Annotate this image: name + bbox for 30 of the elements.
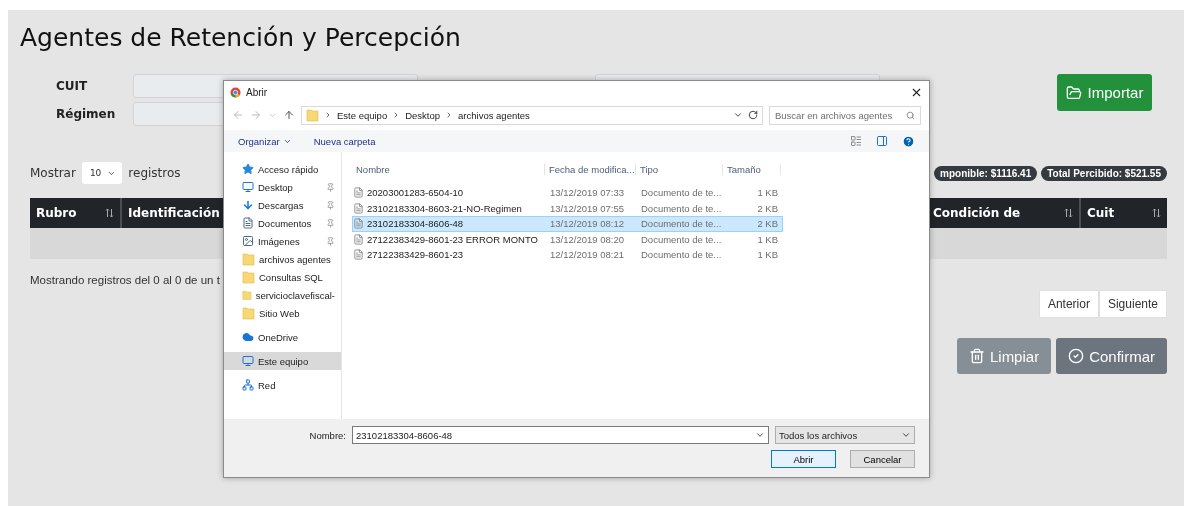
file-size: 1 KB [756, 187, 779, 199]
file-size: 1 KB [756, 249, 779, 261]
show-label: Mostrar [30, 166, 76, 180]
file-name: 20203001283-6504-10 [367, 187, 464, 199]
file-name: 27122383429-8601-23 ERROR MONTO [367, 233, 538, 245]
records-label: registros [128, 166, 181, 180]
table-info: Mostrando registros del 0 al 0 de un t [30, 274, 220, 286]
page-title: Agentes de Retención y Percepción [20, 22, 462, 54]
total-badge: Total Percibido: $521.55 [1041, 165, 1167, 181]
file-name: 27122383429-8601-23 [367, 249, 464, 261]
file-size: 2 KB [756, 202, 779, 214]
file-name: 23102183304-8603-21-NO-Regimen [367, 202, 522, 214]
field-label: Régimen [56, 107, 117, 121]
file-type: Documento de te... [640, 202, 723, 214]
file-date: 13/12/2019 08:20 [549, 233, 625, 245]
file-size: 1 KB [756, 233, 779, 245]
file-type: Documento de te... [640, 218, 723, 230]
field-label: CUIT [56, 79, 89, 93]
filename-label: Nombre: [309, 429, 346, 441]
file-date: 13/12/2019 07:33 [549, 187, 625, 199]
file-date: 13/12/2019 07:55 [549, 202, 625, 214]
total-badge: mponible: $1116.41 [934, 165, 1038, 181]
file-name: 23102183304-8606-48 [367, 218, 464, 230]
file-type: Documento de te... [640, 249, 723, 261]
file-date: 13/12/2019 08:12 [549, 218, 625, 230]
dialog-title: Abrir [246, 86, 269, 98]
file-type: Documento de te... [640, 233, 723, 245]
file-date: 12/12/2019 08:21 [549, 249, 625, 261]
file-type: Documento de te... [640, 187, 723, 199]
file-size: 2 KB [756, 218, 779, 230]
